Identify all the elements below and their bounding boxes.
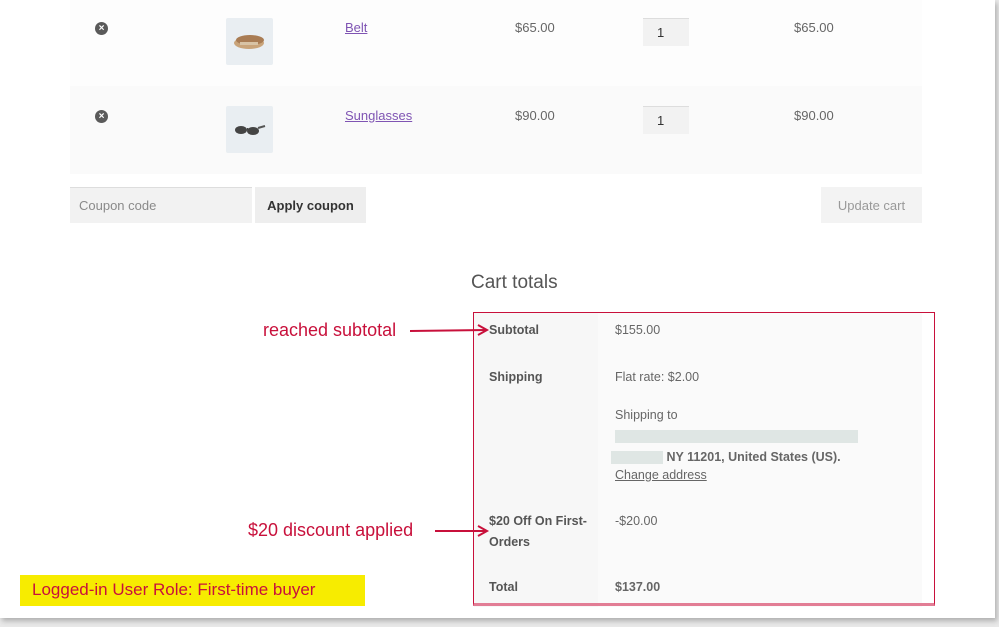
cart-item-row: × Belt $65.00 $65.00 — [70, 0, 922, 86]
remove-item-icon[interactable]: × — [95, 22, 108, 35]
cart-totals-title: Cart totals — [471, 272, 558, 293]
shipping-address-tail: NY 11201, United States (US). — [666, 450, 841, 464]
subtotal-row: Subtotal $155.00 — [474, 313, 922, 355]
product-link[interactable]: Sunglasses — [345, 108, 412, 123]
cart-page: × Belt $65.00 $65.00 × Sunglasses $90.00 — [0, 0, 995, 618]
total-label: Total — [489, 580, 518, 594]
product-link[interactable]: Belt — [345, 20, 367, 35]
sunglasses-image — [235, 125, 266, 135]
coupon-code-input[interactable] — [70, 187, 252, 223]
change-address-link[interactable]: Change address — [615, 465, 707, 486]
cart-item-row: × Sunglasses $90.00 $90.00 — [70, 86, 922, 174]
quantity-input[interactable] — [643, 18, 689, 46]
discount-value: -$20.00 — [615, 514, 658, 528]
discount-label-line1: $20 Off On First- — [489, 514, 587, 528]
shipping-destination: Shipping to NY 11201, United States (US)… — [611, 405, 922, 468]
subtotal-value: $155.00 — [615, 323, 661, 337]
arrow-right-icon — [410, 324, 490, 336]
remove-item-icon[interactable]: × — [95, 110, 108, 123]
update-cart-button[interactable]: Update cart — [821, 187, 922, 223]
subtotal-label: Subtotal — [489, 323, 539, 337]
apply-coupon-button[interactable]: Apply coupon — [255, 187, 366, 223]
shipping-row: Shipping Flat rate: $2.00 Shipping to NY… — [474, 355, 922, 499]
product-subtotal: $65.00 — [794, 20, 834, 35]
subtotal-annotation: reached subtotal — [263, 320, 397, 340]
discount-row: $20 Off On First- Orders -$20.00 — [474, 499, 922, 563]
product-thumbnail[interactable] — [226, 18, 273, 65]
user-role-badge: Logged-in User Role: First-time buyer — [20, 575, 365, 606]
redacted-city — [611, 451, 663, 465]
discount-annotation: $20 discount applied — [248, 520, 414, 540]
arrow-right-icon — [435, 525, 490, 537]
product-price: $65.00 — [515, 20, 555, 35]
product-price: $90.00 — [515, 108, 555, 123]
discount-label-line2: Orders — [489, 535, 530, 549]
product-subtotal: $90.00 — [794, 108, 834, 123]
product-thumbnail[interactable] — [226, 106, 273, 153]
total-row: Total $137.00 — [474, 563, 922, 607]
total-value: $137.00 — [615, 580, 661, 594]
redacted-address — [615, 430, 858, 444]
shipping-method: Flat rate: $2.00 — [615, 370, 700, 384]
quantity-input[interactable] — [643, 106, 689, 134]
shipping-label: Shipping — [489, 370, 543, 384]
belt-image — [234, 35, 264, 49]
